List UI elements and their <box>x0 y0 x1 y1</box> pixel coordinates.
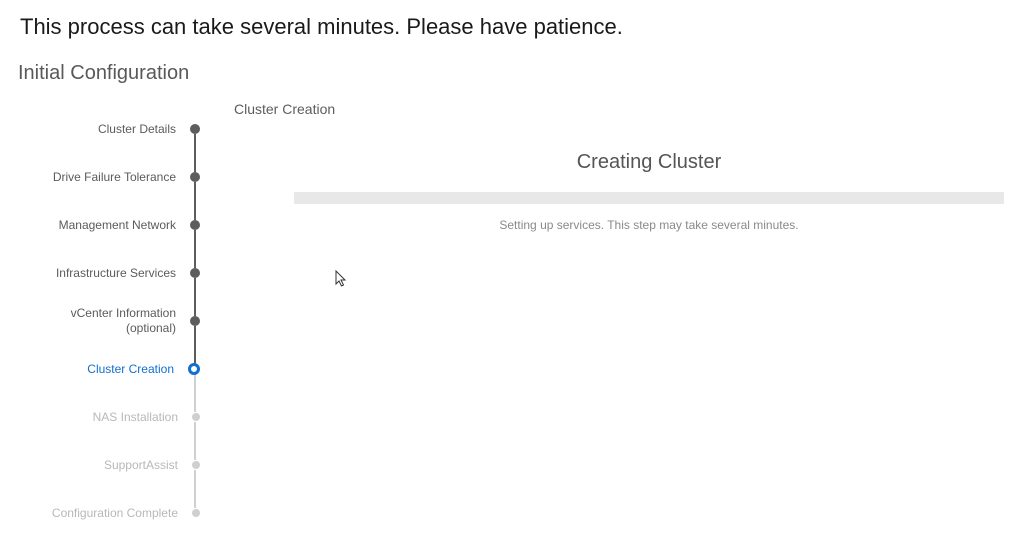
step-label: NAS Installation <box>93 410 192 425</box>
step-connector <box>194 182 196 220</box>
step-label: SupportAssist <box>104 458 192 473</box>
step-connector <box>194 470 196 508</box>
step-cluster-details: Cluster Details <box>0 105 200 153</box>
step-infrastructure-services: Infrastructure Services <box>0 249 200 297</box>
step-connector <box>194 374 196 412</box>
step-dot-icon <box>190 172 200 182</box>
step-management-network: Management Network <box>0 201 200 249</box>
step-connector <box>194 278 196 316</box>
step-dot-icon <box>190 316 200 326</box>
step-dot-icon <box>190 268 200 278</box>
step-dot-icon <box>192 413 200 421</box>
wizard-steps-sidebar: Cluster Details Drive Failure Tolerance … <box>0 95 200 537</box>
progress-status-text: Setting up services. This step may take … <box>294 218 1004 232</box>
step-configuration-complete: Configuration Complete <box>0 489 200 537</box>
step-connector <box>194 230 196 268</box>
main-content: Cluster Creation Creating Cluster Settin… <box>200 95 1024 537</box>
step-label: Cluster Creation <box>87 362 188 377</box>
step-dot-icon <box>192 461 200 469</box>
page-caption: This process can take several minutes. P… <box>0 0 1024 48</box>
step-drive-failure-tolerance: Drive Failure Tolerance <box>0 153 200 201</box>
step-label: Management Network <box>59 218 190 233</box>
step-dot-active-icon <box>188 363 200 375</box>
step-dot-icon <box>190 220 200 230</box>
step-connector <box>194 326 196 364</box>
step-label: Drive Failure Tolerance <box>53 170 190 185</box>
page-title: Initial Configuration <box>0 48 1024 95</box>
step-dot-icon <box>190 124 200 134</box>
step-label: Infrastructure Services <box>56 266 190 281</box>
step-vcenter-information: vCenter Information (optional) <box>0 297 200 345</box>
step-label: Configuration Complete <box>52 506 192 521</box>
step-dot-icon <box>192 509 200 517</box>
section-title: Cluster Creation <box>234 101 1008 117</box>
progress-title: Creating Cluster <box>294 151 1004 174</box>
step-connector <box>194 134 196 172</box>
step-supportassist: SupportAssist <box>0 441 200 489</box>
step-connector <box>194 422 196 460</box>
progress-bar <box>294 192 1004 204</box>
step-cluster-creation: Cluster Creation <box>0 345 200 393</box>
step-nas-installation: NAS Installation <box>0 393 200 441</box>
step-label: Cluster Details <box>98 122 190 137</box>
step-label: vCenter Information (optional) <box>40 306 190 336</box>
